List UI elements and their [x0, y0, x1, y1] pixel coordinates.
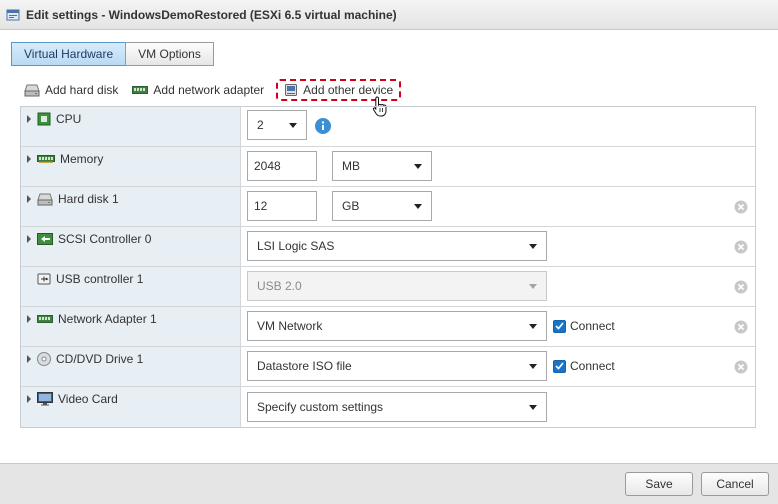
hardware-row-usb-controller: USB controller 1 USB 2.0 — [21, 267, 755, 307]
dialog-footer: Save Cancel — [0, 463, 778, 504]
expand-memory-toggle[interactable] — [27, 155, 31, 163]
device-toolbar: Add hard disk Add network adapter Add ot… — [24, 79, 415, 101]
checkmark-icon[interactable] — [553, 359, 566, 373]
chevron-down-icon — [414, 204, 422, 209]
cd-dvd-icon — [37, 352, 51, 366]
hardware-row-scsi-controller: SCSI Controller 0 LSI Logic SAS — [21, 227, 755, 267]
memory-size-input[interactable] — [247, 151, 317, 181]
expand-video-card-toggle[interactable] — [27, 395, 31, 403]
expand-scsi-toggle[interactable] — [27, 235, 31, 243]
hardware-row-cd-dvd-drive: CD/DVD Drive 1 Datastore ISO file Connec… — [21, 347, 755, 387]
remove-network-adapter-icon[interactable] — [734, 320, 748, 334]
title-bar: Edit settings - WindowsDemoRestored (ESX… — [0, 0, 778, 30]
memory-icon — [37, 154, 55, 164]
checkmark-icon[interactable] — [553, 319, 566, 333]
hard-disk-icon — [37, 192, 53, 206]
hardware-row-hard-disk: Hard disk 1 GB — [21, 187, 755, 227]
chevron-down-icon — [289, 123, 297, 128]
chevron-down-icon — [529, 244, 537, 249]
cd-dvd-connect-checkbox[interactable]: Connect — [553, 359, 615, 373]
scsi-type-select[interactable]: LSI Logic SAS — [247, 231, 547, 261]
save-button[interactable]: Save — [625, 472, 693, 496]
add-network-adapter-button[interactable]: Add network adapter — [132, 83, 264, 97]
cancel-button[interactable]: Cancel — [701, 472, 769, 496]
add-hard-disk-label: Add hard disk — [45, 83, 119, 97]
other-device-icon — [284, 83, 298, 97]
chevron-down-icon — [529, 405, 537, 410]
network-connect-checkbox[interactable]: Connect — [553, 319, 615, 333]
hardware-list: CPU 2 Memory 2048 MB Hard disk 1 12 GB S… — [20, 106, 756, 428]
expand-hard-disk-toggle[interactable] — [27, 195, 31, 203]
cpu-label: CPU — [56, 112, 82, 126]
usb-type-select: USB 2.0 — [247, 271, 547, 301]
network-adapter-label: Network Adapter 1 — [58, 312, 157, 326]
hard-disk-label: Hard disk 1 — [58, 192, 119, 206]
expand-network-adapter-toggle[interactable] — [27, 315, 31, 323]
remove-scsi-controller-icon[interactable] — [734, 240, 748, 254]
remove-usb-controller-icon[interactable] — [734, 280, 748, 294]
chevron-down-icon — [529, 284, 537, 289]
hardware-row-memory: Memory MB — [21, 147, 755, 187]
expand-cpu-toggle[interactable] — [27, 115, 31, 123]
cd-dvd-label: CD/DVD Drive 1 — [56, 352, 144, 366]
network-select[interactable]: VM Network — [247, 311, 547, 341]
hardware-row-network-adapter: Network Adapter 1 VM Network Connect — [21, 307, 755, 347]
tab-bar: Virtual Hardware VM Options — [11, 42, 214, 66]
usb-controller-label: USB controller 1 — [56, 272, 144, 286]
hard-disk-unit-select[interactable]: GB — [332, 191, 432, 221]
video-settings-select[interactable]: Specify custom settings — [247, 392, 547, 422]
scsi-controller-icon — [37, 232, 53, 246]
hard-disk-icon — [24, 83, 40, 97]
scsi-controller-label: SCSI Controller 0 — [58, 232, 152, 246]
chevron-down-icon — [529, 364, 537, 369]
add-hard-disk-button[interactable]: Add hard disk — [24, 83, 118, 97]
expand-cd-dvd-toggle[interactable] — [27, 355, 31, 363]
add-other-device-label: Add other device — [303, 83, 394, 97]
cd-dvd-source-select[interactable]: Datastore ISO file — [247, 351, 547, 381]
hardware-row-cpu: CPU 2 — [21, 107, 755, 147]
network-adapter-icon — [37, 314, 53, 324]
cpu-count-select[interactable]: 2 — [247, 110, 307, 140]
hard-disk-size-input[interactable] — [247, 191, 317, 221]
usb-icon — [37, 273, 51, 285]
info-icon[interactable] — [315, 118, 331, 134]
network-adapter-icon — [132, 85, 149, 95]
memory-label: Memory — [60, 152, 104, 166]
remove-cd-dvd-icon[interactable] — [734, 360, 748, 374]
tab-virtual-hardware[interactable]: Virtual Hardware — [11, 42, 127, 66]
monitor-icon — [37, 392, 53, 406]
edit-settings-icon — [6, 8, 20, 22]
add-network-adapter-label: Add network adapter — [153, 83, 265, 97]
video-card-label: Video Card — [58, 392, 118, 406]
chevron-down-icon — [529, 324, 537, 329]
chevron-down-icon — [414, 164, 422, 169]
memory-unit-select[interactable]: MB — [332, 151, 432, 181]
hardware-row-video-card: Video Card Specify custom settings — [21, 387, 755, 427]
dialog-title: Edit settings - WindowsDemoRestored (ESX… — [26, 7, 397, 22]
cpu-icon — [37, 112, 51, 126]
remove-hard-disk-icon[interactable] — [734, 200, 748, 214]
tab-vm-options[interactable]: VM Options — [125, 42, 214, 66]
